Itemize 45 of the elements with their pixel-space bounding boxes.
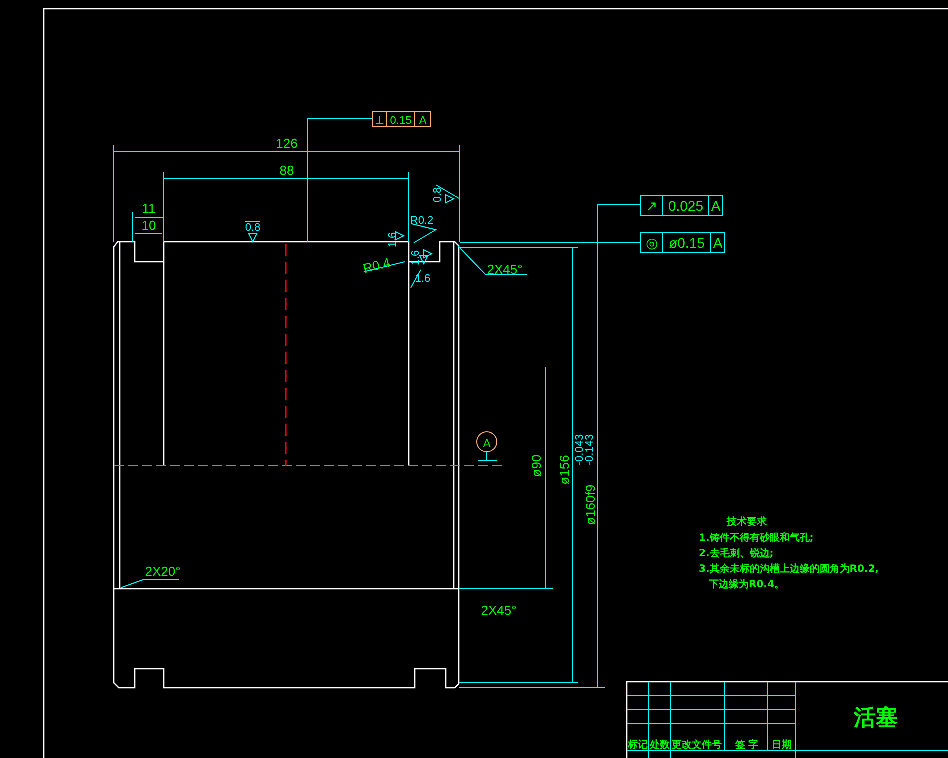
dimension-text: ø90 [529, 454, 544, 478]
requirements-title: 技术要求 [727, 517, 767, 528]
dimension-text: 0.8 [432, 187, 444, 203]
dimension-text: 126 [276, 136, 298, 151]
column-header: 标记 [628, 740, 648, 751]
surface-finish-icon [248, 234, 258, 244]
dimension-text: 2X45° [481, 603, 517, 618]
dimension-text: 10 [142, 218, 156, 233]
dimension-text: 2X20° [145, 564, 181, 579]
requirement-line: 2.去毛刺、锐边; [699, 548, 774, 560]
dimension-text: 2X45° [487, 262, 523, 277]
column-header: 处数 [650, 740, 670, 751]
requirement-line: 3.其余未标的沟槽上边缘的圆角为R0.2, [699, 564, 879, 575]
tolerance-value: A [419, 115, 427, 127]
dimension-text: ø160f9 [583, 484, 598, 526]
column-header: 日期 [772, 740, 792, 751]
tolerance-value: 0.15 [390, 115, 412, 127]
datum-circle [476, 432, 498, 452]
tolerance-value: ⊥ [375, 115, 385, 127]
requirement-line: 下边缘为R0.4。 [709, 580, 784, 590]
dimension-text: ø156 [557, 455, 572, 485]
surface-finish-icon [396, 231, 406, 241]
tolerance-value: 0.025 [668, 198, 704, 214]
column-header: 签 字 [735, 740, 759, 751]
column-header: 更改文件号 [672, 740, 722, 751]
dimension-text: 11 [142, 201, 156, 216]
dimension-text: 0.8 [245, 222, 261, 234]
tolerance-value: ↗ [646, 198, 658, 214]
dimension-text: 1.6 [415, 273, 431, 285]
requirement-line: 1.铸件不得有砂眼和气孔; [699, 533, 814, 544]
tolerance-value: ◎ [646, 235, 658, 251]
datum-leader [478, 452, 498, 462]
tolerance-value: A [711, 198, 721, 214]
datum-label: A [483, 438, 491, 450]
tolerance-frame [372, 112, 432, 128]
tolerance-value: ø0.15 [669, 235, 705, 251]
tolerance-value: A [713, 235, 723, 251]
dimension-text: R0.4 [362, 255, 392, 276]
dimension-text: -0.043 [574, 434, 586, 466]
dimension-text: 88 [280, 163, 294, 178]
dimension-text: 1.6 [410, 250, 422, 266]
dimension-text: R0.2 [410, 215, 434, 227]
dimension-text: -0.143 [584, 434, 596, 466]
part-name: 活塞 [854, 706, 898, 731]
surface-finish-icon [446, 194, 456, 204]
